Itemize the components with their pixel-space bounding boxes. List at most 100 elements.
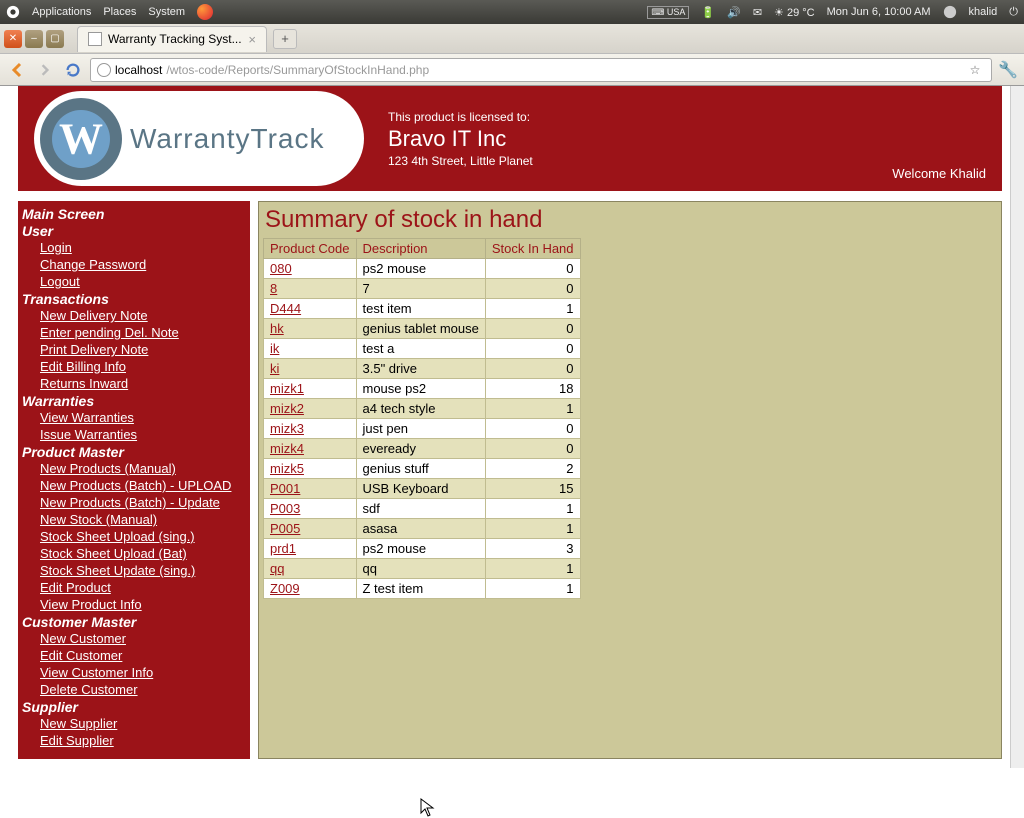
- table-row: 080ps2 mouse0: [264, 259, 581, 279]
- settings-wrench-icon[interactable]: 🔧: [998, 60, 1018, 80]
- sidebar-link[interactable]: Enter pending Del. Note: [40, 324, 246, 341]
- product-code-link[interactable]: P005: [270, 521, 300, 536]
- browser-toolbar: localhost/wtos-code/Reports/SummaryOfSto…: [0, 54, 1024, 86]
- sidebar-section: Supplier: [22, 699, 246, 715]
- column-header: Description: [356, 239, 485, 259]
- license-info: This product is licensed to: Bravo IT In…: [388, 110, 533, 168]
- reload-button[interactable]: [62, 59, 84, 81]
- column-header: Product Code: [264, 239, 357, 259]
- mail-icon[interactable]: ✉: [753, 6, 762, 19]
- sidebar-link[interactable]: New Customer: [40, 630, 246, 647]
- sidebar-link[interactable]: Edit Supplier: [40, 732, 246, 749]
- table-row: mizk1mouse ps218: [264, 379, 581, 399]
- sidebar-link[interactable]: View Product Info: [40, 596, 246, 613]
- sidebar-section: Warranties: [22, 393, 246, 409]
- sidebar-link[interactable]: Edit Billing Info: [40, 358, 246, 375]
- session-user[interactable]: khalid: [969, 6, 998, 18]
- table-row: mizk4eveready0: [264, 439, 581, 459]
- product-code-link[interactable]: mizk4: [270, 441, 304, 456]
- browser-tab[interactable]: Warranty Tracking Syst... ×: [77, 26, 267, 52]
- product-code-link[interactable]: ik: [270, 341, 279, 356]
- window-minimize-button[interactable]: –: [25, 30, 43, 48]
- sidebar-nav: Main ScreenUserLoginChange PasswordLogou…: [18, 201, 250, 759]
- product-code-link[interactable]: mizk1: [270, 381, 304, 396]
- scrollbar[interactable]: [1010, 86, 1024, 768]
- sidebar-link[interactable]: New Supplier: [40, 715, 246, 732]
- sidebar-link[interactable]: New Delivery Note: [40, 307, 246, 324]
- sidebar-link[interactable]: Stock Sheet Update (sing.): [40, 562, 246, 579]
- sidebar-link[interactable]: Issue Warranties: [40, 426, 246, 443]
- sidebar-link[interactable]: Edit Customer: [40, 647, 246, 664]
- sidebar-link[interactable]: View Warranties: [40, 409, 246, 426]
- report-panel: Summary of stock in hand Product CodeDes…: [258, 201, 1002, 759]
- window-maximize-button[interactable]: ▢: [46, 30, 64, 48]
- sidebar-link[interactable]: Returns Inward: [40, 375, 246, 392]
- tab-close-icon[interactable]: ×: [248, 32, 256, 47]
- back-button[interactable]: [6, 59, 28, 81]
- os-menubar: Applications Places System ⌨ USA 🔋 🔊 ✉ ☀…: [0, 0, 1024, 24]
- volume-icon[interactable]: 🔊: [727, 6, 741, 19]
- column-header: Stock In Hand: [485, 239, 580, 259]
- product-code-link[interactable]: mizk5: [270, 461, 304, 476]
- sidebar-link[interactable]: New Stock (Manual): [40, 511, 246, 528]
- page-title: Summary of stock in hand: [265, 206, 997, 234]
- product-code-link[interactable]: P001: [270, 481, 300, 496]
- table-row: iktest a0: [264, 339, 581, 359]
- product-code-link[interactable]: ki: [270, 361, 279, 376]
- sidebar-link[interactable]: Change Password: [40, 256, 246, 273]
- weather-indicator[interactable]: ☀ 29 °C: [774, 6, 815, 19]
- power-icon[interactable]: ⏻: [1009, 6, 1018, 19]
- sidebar-link[interactable]: Print Delivery Note: [40, 341, 246, 358]
- sidebar-link[interactable]: Stock Sheet Upload (sing.): [40, 528, 246, 545]
- sidebar-link[interactable]: New Products (Batch) - Update: [40, 494, 246, 511]
- product-code-link[interactable]: prd1: [270, 541, 296, 556]
- product-code-link[interactable]: Z009: [270, 581, 300, 596]
- clock[interactable]: Mon Jun 6, 10:00 AM: [827, 6, 931, 18]
- sidebar-link[interactable]: Login: [40, 239, 246, 256]
- menu-places[interactable]: Places: [103, 6, 136, 18]
- product-code-link[interactable]: P003: [270, 501, 300, 516]
- product-code-link[interactable]: mizk2: [270, 401, 304, 416]
- battery-icon[interactable]: 🔋: [701, 6, 715, 19]
- sidebar-link[interactable]: Delete Customer: [40, 681, 246, 698]
- globe-icon: [97, 63, 111, 77]
- menu-applications[interactable]: Applications: [32, 6, 91, 18]
- table-row: P005asasa1: [264, 519, 581, 539]
- sidebar-link[interactable]: New Products (Batch) - UPLOAD: [40, 477, 246, 494]
- url-host: localhost: [115, 63, 162, 77]
- table-row: D444test item1: [264, 299, 581, 319]
- sidebar-link[interactable]: New Products (Manual): [40, 460, 246, 477]
- keyboard-indicator[interactable]: ⌨ USA: [647, 6, 689, 19]
- logo: W WarrantyTrack: [34, 91, 364, 186]
- table-row: mizk2a4 tech style1: [264, 399, 581, 419]
- table-row: qqqq1: [264, 559, 581, 579]
- sidebar-section: Main Screen: [22, 206, 246, 222]
- app-header: W WarrantyTrack This product is licensed…: [18, 86, 1002, 191]
- sidebar-section: User: [22, 223, 246, 239]
- sidebar-link[interactable]: Logout: [40, 273, 246, 290]
- menu-system[interactable]: System: [148, 6, 185, 18]
- product-code-link[interactable]: D444: [270, 301, 301, 316]
- product-code-link[interactable]: 8: [270, 281, 277, 296]
- table-row: P001USB Keyboard15: [264, 479, 581, 499]
- new-tab-button[interactable]: +: [273, 29, 297, 49]
- sidebar-section: Customer Master: [22, 614, 246, 630]
- sidebar-link[interactable]: Edit Product: [40, 579, 246, 596]
- forward-button[interactable]: [34, 59, 56, 81]
- table-row: mizk3just pen0: [264, 419, 581, 439]
- sidebar-link[interactable]: Stock Sheet Upload (Bat): [40, 545, 246, 562]
- product-code-link[interactable]: mizk3: [270, 421, 304, 436]
- product-code-link[interactable]: qq: [270, 561, 284, 576]
- logo-text: WarrantyTrack: [130, 123, 325, 155]
- window-titlebar: ✕ – ▢ Warranty Tracking Syst... × +: [0, 24, 1024, 54]
- bookmark-star-icon[interactable]: ☆: [965, 60, 985, 80]
- address-bar[interactable]: localhost/wtos-code/Reports/SummaryOfSto…: [90, 58, 992, 82]
- table-row: prd1ps2 mouse3: [264, 539, 581, 559]
- product-code-link[interactable]: hk: [270, 321, 284, 336]
- firefox-launcher-icon[interactable]: [197, 4, 213, 20]
- url-path: /wtos-code/Reports/SummaryOfStockInHand.…: [166, 63, 429, 77]
- product-code-link[interactable]: 080: [270, 261, 292, 276]
- window-close-button[interactable]: ✕: [4, 30, 22, 48]
- user-icon[interactable]: [943, 5, 957, 19]
- sidebar-link[interactable]: View Customer Info: [40, 664, 246, 681]
